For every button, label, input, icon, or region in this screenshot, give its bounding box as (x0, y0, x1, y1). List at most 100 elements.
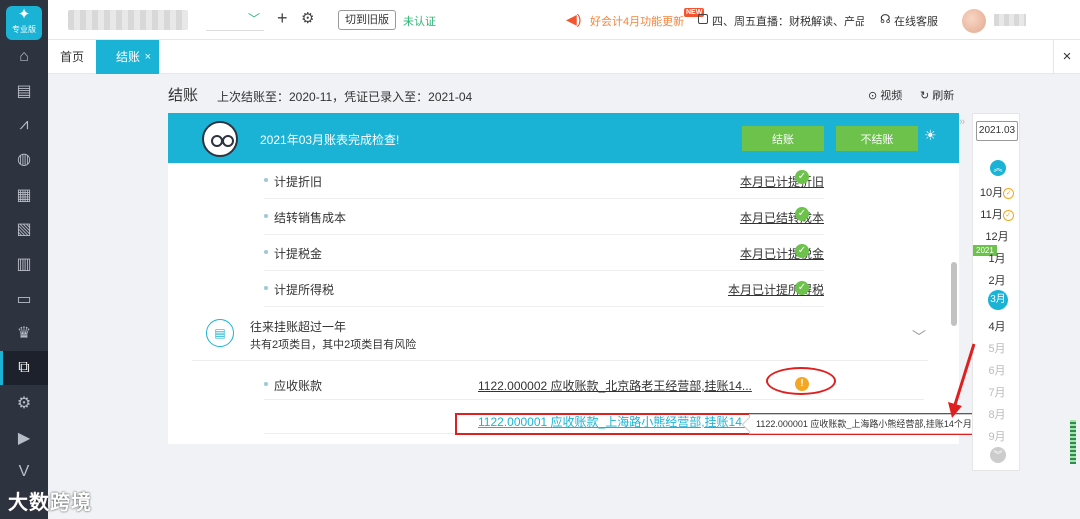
video-label: 视频 (880, 90, 903, 102)
document-icon: ▤ (206, 319, 234, 347)
volume-meter (1070, 420, 1076, 464)
check-name: 结转销售成本 (274, 211, 347, 225)
banner-title: 2021年03月账表完成检查! (260, 133, 400, 147)
cloud-logo-icon: ✦ (17, 6, 31, 23)
double-chevron-right-icon[interactable]: » (959, 116, 965, 128)
check-name: 计提所得税 (274, 283, 335, 297)
chevron-down-icon[interactable]: ﹀ (248, 10, 260, 27)
tab-closing-label: 结账 (116, 50, 141, 64)
video-button[interactable]: ⊙ 视频 (868, 87, 902, 103)
list-item: 计提折旧 本月已计提折旧 (264, 163, 824, 199)
mascot-icon (202, 121, 238, 157)
left-sidebar: ✦ 专业版 ⌂ ▤ ⩘ ◍ ▦ ▧ ▥ ▭ ♛ ⧉ ⚙ ▶ V (0, 0, 48, 519)
period-selector[interactable]: 2021.03 (976, 121, 1018, 141)
report-icon[interactable]: ▧ (0, 212, 48, 246)
scrollbar[interactable] (951, 262, 957, 326)
top-header: ﹀ + ⚙ 切到旧版 未认证 ◀) 好会计4月功能更新 NEW 四、周五直播：财… (48, 0, 1080, 40)
add-icon[interactable]: + (277, 8, 288, 29)
refresh-label: 刷新 (932, 90, 955, 102)
group-title: 往来挂账超过一年 (250, 320, 347, 334)
speaker-icon: ◀) (566, 11, 582, 27)
month-item[interactable]: 1月 (973, 250, 1021, 266)
settings-icon[interactable]: ⚙ (0, 386, 48, 420)
headset-icon: ☊ (880, 12, 891, 26)
closing-icon[interactable]: ⧉ (0, 351, 48, 385)
check-name: 计提税金 (274, 247, 323, 261)
month-item[interactable]: 7月 (973, 384, 1021, 400)
store-icon[interactable]: ▥ (0, 247, 48, 281)
username-blurred[interactable] (994, 14, 1026, 26)
month-item[interactable]: 11月 ✓ (973, 206, 1021, 222)
update-notice-link[interactable]: 好会计4月功能更新 (590, 13, 684, 29)
tab-home[interactable]: 首页 (48, 40, 96, 74)
gear-icon[interactable]: ⚙ (301, 9, 314, 27)
check-status-link[interactable]: 本月已计提税金 (740, 245, 824, 262)
refresh-button[interactable]: ↻ 刷新 (920, 87, 954, 103)
play-icon: ⊙ (868, 90, 881, 102)
month-current[interactable]: 3月 (988, 290, 1008, 310)
month-item[interactable]: 8月 (973, 406, 1021, 422)
app-logo[interactable]: ✦ 专业版 (6, 6, 42, 40)
group-subtitle: 共有2项类目，其中2项类目有风险 (250, 339, 417, 351)
chevron-down-icon[interactable]: ﹀ (912, 327, 926, 347)
month-item[interactable]: 4月 (973, 318, 1021, 334)
home-icon[interactable]: ⌂ (0, 40, 48, 74)
close-icon[interactable]: × (145, 40, 151, 74)
money-bag-icon[interactable]: ◍ (0, 142, 48, 176)
close-all-icon[interactable]: × (1053, 40, 1080, 74)
check-ok-icon: ✓ (795, 207, 809, 221)
tab-bar: 首页 结账 × × (48, 40, 1080, 74)
bullet-icon (264, 214, 268, 218)
live-broadcast-link[interactable]: 四、周五直播：财税解读、产品实 (712, 13, 864, 29)
list-item: 计提税金 本月已计提税金 (264, 235, 824, 271)
month-item[interactable]: 10月 ✓ (973, 184, 1021, 200)
verify-status[interactable]: 未认证 (403, 13, 436, 29)
month-item[interactable]: 6月 (973, 362, 1021, 378)
no-close-button[interactable]: 不结账 (836, 126, 918, 151)
month-item[interactable]: 9月 (973, 428, 1021, 444)
list-item: 计提所得税 本月已计提所得税 (264, 271, 824, 307)
refresh-icon: ↻ (920, 90, 933, 102)
check-ok-icon: ✓ (795, 244, 809, 258)
live-icon (698, 14, 708, 24)
monitor-icon[interactable]: ▭ (0, 282, 48, 316)
month-label: 10月 (979, 187, 1004, 199)
edition-label: 专业版 (12, 25, 36, 34)
month-item[interactable]: 12月 (973, 228, 1021, 244)
scroll-up-icon[interactable]: ︽ (990, 160, 1006, 176)
avatar[interactable] (962, 9, 986, 33)
online-service-link[interactable]: 在线客服 (894, 13, 938, 29)
book-icon[interactable]: ▦ (0, 178, 48, 212)
check-circle-icon: ✓ (1002, 209, 1014, 221)
account-detail-link[interactable]: 1122.000002 应收账款_北京路老王经营部,挂账14... (478, 377, 752, 394)
closing-status-text: 上次结账至：2020-11，凭证已录入至：2021-04 (217, 90, 473, 104)
account-name: 应收账款 (274, 379, 323, 393)
check-banner: 2021年03月账表完成检查! 结账 不结账 ☀ (168, 113, 959, 163)
close-account-button[interactable]: 结账 (742, 126, 824, 151)
page-title: 结账 (168, 87, 199, 104)
watermark: 大数跨境 (8, 492, 92, 514)
bulb-icon[interactable]: ☀ (924, 127, 937, 144)
bullet-icon (264, 286, 268, 290)
check-status-link[interactable]: 本月已结转成本 (740, 209, 824, 226)
scroll-down-icon[interactable]: ︾ (990, 447, 1006, 463)
overdue-group[interactable]: ▤ 往来挂账超过一年 共有2项类目，其中2项类目有风险 ﹀ (192, 309, 928, 361)
check-status-link[interactable]: 本月已计提折旧 (740, 173, 824, 190)
video-icon[interactable]: ▶ (0, 421, 48, 455)
check-circle-icon: ✓ (1003, 187, 1015, 199)
check-ok-icon: ✓ (795, 170, 809, 184)
chart-icon[interactable]: ⩘ (0, 108, 48, 142)
highlight-oval (766, 367, 836, 395)
switch-old-version-button[interactable]: 切到旧版 (338, 10, 396, 30)
bullet-icon (264, 178, 268, 182)
check-ok-icon: ✓ (795, 281, 809, 295)
voucher-icon[interactable]: ▤ (0, 74, 48, 108)
month-item[interactable]: 5月 (973, 340, 1021, 356)
tab-closing[interactable]: 结账 × (96, 40, 159, 74)
stamp-icon[interactable]: ♛ (0, 316, 48, 350)
company-name-blurred[interactable] (68, 10, 188, 30)
check-status-link[interactable]: 本月已计提所得税 (728, 281, 824, 298)
month-item[interactable]: 2月 (973, 272, 1021, 288)
month-label: 11月 (980, 209, 1003, 221)
vip-icon[interactable]: V (0, 455, 48, 489)
